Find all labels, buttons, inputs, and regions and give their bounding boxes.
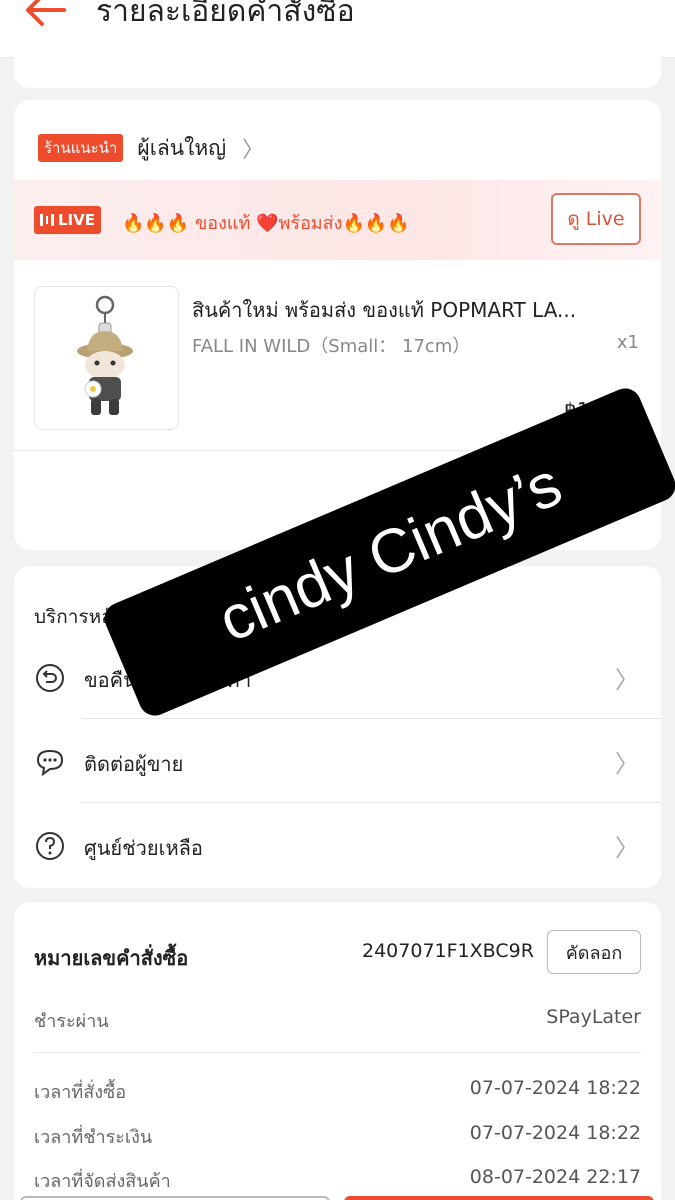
chevron-right-icon: 〉 — [615, 750, 639, 778]
watch-live-button[interactable]: ดู Live — [551, 193, 641, 245]
primary-action-button[interactable] — [344, 1196, 654, 1200]
product-variant: FALL IN WILD（Small： 17cm） — [192, 336, 471, 357]
help-center-label: ศูนย์ช่วยเหลือ — [84, 836, 203, 860]
copy-button[interactable]: คัดลอก — [547, 930, 641, 974]
previous-section-card — [14, 40, 661, 88]
labubu-keychain-icon — [77, 295, 133, 415]
divider — [82, 802, 661, 803]
shop-header[interactable]: ร้านแนะนำ ผู้เล่นใหญ่ 〉 — [38, 132, 265, 165]
live-badge: LIVE — [34, 206, 101, 234]
live-banner[interactable]: LIVE 🔥🔥🔥 ของแท้ ❤️พร้อมส่ง🔥🔥🔥 ดู Live — [14, 180, 661, 260]
ship-time-label: เวลาที่จัดส่งสินค้า — [34, 1171, 171, 1192]
chat-icon — [36, 749, 64, 777]
ship-time-value: 08-07-2024 22:17 — [469, 1166, 641, 1188]
return-refund-row[interactable]: ขอคืนเงิน/คืนสินค้า 〉 — [14, 648, 661, 708]
order-info-card: หมายเลขคำสั่งซื้อ 2407071F1XBC9R คัดลอก … — [14, 902, 661, 1200]
chevron-right-icon: 〉 — [615, 834, 639, 862]
payment-time-row: เวลาที่ชำระเงิน 07-07-2024 18:22 — [34, 1122, 641, 1152]
product-quantity: x1 — [616, 332, 639, 353]
payment-time-label: เวลาที่ชำระเงิน — [34, 1127, 153, 1148]
product-name[interactable]: สินค้าใหม่ พร้อมส่ง ของแท้ POPMART LA... — [192, 294, 642, 326]
order-time-row: เวลาที่สั่งซื้อ 07-07-2024 18:22 — [34, 1077, 641, 1107]
help-icon — [36, 832, 64, 860]
contact-seller-row[interactable]: ติดต่อผู้ขาย 〉 — [14, 732, 661, 792]
secondary-action-button[interactable] — [20, 1196, 330, 1200]
return-icon — [36, 664, 64, 692]
product-image[interactable] — [34, 286, 179, 430]
help-center-row[interactable]: ศูนย์ช่วยเหลือ 〉 — [14, 816, 661, 876]
preferred-shop-badge: ร้านแนะนำ — [38, 134, 124, 162]
payment-method-value: SPayLater — [546, 1006, 641, 1028]
live-badge-label: LIVE — [58, 211, 95, 229]
payment-time-value: 07-07-2024 18:22 — [469, 1122, 641, 1144]
divider — [34, 1052, 641, 1053]
order-time-label: เวลาที่สั่งซื้อ — [34, 1082, 127, 1103]
order-number-label: หมายเลขคำสั่งซื้อ — [34, 946, 189, 970]
chevron-right-icon: 〉 — [242, 138, 265, 163]
order-time-value: 07-07-2024 18:22 — [469, 1077, 641, 1099]
page-title: รายละเอียดคำสั่งซื้อ — [96, 0, 355, 29]
live-bars-icon — [40, 214, 54, 226]
live-title: 🔥🔥🔥 ของแท้ ❤️พร้อมส่ง🔥🔥🔥 — [122, 213, 410, 234]
shop-name[interactable]: ผู้เล่นใหญ่ — [137, 132, 226, 165]
chevron-right-icon: 〉 — [615, 666, 639, 694]
ship-time-row: เวลาที่จัดส่งสินค้า 08-07-2024 22:17 — [34, 1166, 641, 1196]
payment-method-label: ชำระผ่าน — [34, 1011, 109, 1032]
back-arrow-icon[interactable] — [24, 0, 68, 28]
divider — [82, 718, 661, 719]
contact-seller-label: ติดต่อผู้ขาย — [84, 752, 184, 776]
payment-method-row: ชำระผ่าน SPayLater — [34, 1006, 641, 1036]
order-number-value: 2407071F1XBC9R — [362, 940, 534, 962]
